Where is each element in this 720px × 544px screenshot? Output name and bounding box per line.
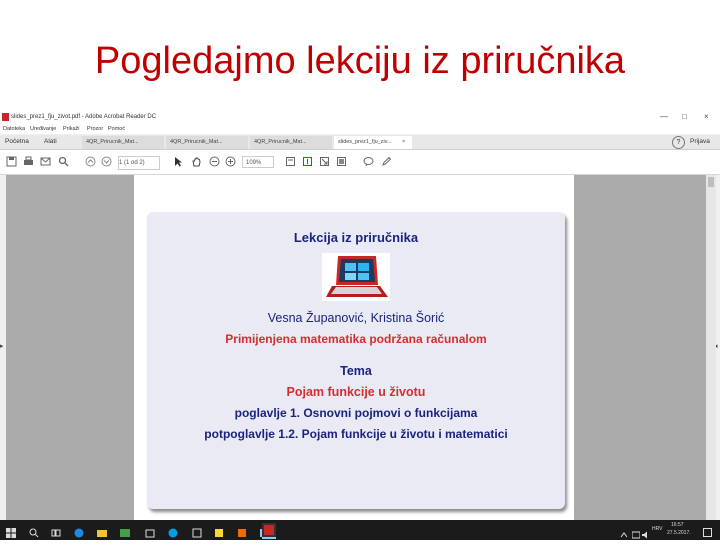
print-icon[interactable]: [22, 156, 34, 168]
document-viewer[interactable]: Lekcija iz priručnika Vesna Županović, K…: [6, 175, 706, 520]
topic-title: Pojam funkcije u životu: [286, 385, 426, 399]
task-view-icon[interactable]: [51, 525, 61, 537]
next-page-icon[interactable]: [100, 156, 112, 168]
pdf-page: Lekcija iz priručnika Vesna Županović, K…: [134, 175, 574, 520]
menu-view[interactable]: Prikaži: [63, 124, 80, 134]
notifications-chevron-icon[interactable]: [620, 526, 628, 538]
zoom-out-icon[interactable]: [208, 156, 220, 168]
tab-close-icon[interactable]: ×: [402, 136, 405, 149]
menu-window[interactable]: Prozor: [87, 124, 103, 134]
tab-tools[interactable]: Alati: [44, 135, 57, 149]
app-icon-green[interactable]: [120, 525, 130, 537]
edge-browser-icon[interactable]: [74, 525, 84, 538]
windows-start-icon[interactable]: [6, 525, 16, 538]
volume-icon[interactable]: [642, 526, 650, 539]
tab-home[interactable]: Početna: [5, 135, 29, 149]
taskbar-search-icon[interactable]: [29, 525, 39, 538]
app-icon-yellow[interactable]: [214, 525, 224, 537]
previous-page-icon[interactable]: [84, 156, 96, 168]
document-subject: Primijenjena matematika podržana računal…: [225, 332, 487, 346]
subchapter-line: potpoglavlje 1.2. Pojam funkcije u život…: [204, 427, 508, 441]
clock-time[interactable]: 16:57: [671, 522, 684, 529]
acrobat-screenshot: slides_prez1_fju_zivot.pdf - Adobe Acrob…: [0, 110, 720, 540]
tab-document-active[interactable]: slides_prez1_fju_ziv... ×: [334, 136, 412, 149]
close-button[interactable]: ×: [704, 110, 709, 124]
vertical-scrollbar[interactable]: [706, 175, 716, 520]
scrollbar-thumb[interactable]: [708, 177, 714, 187]
toolbar: 1 (1 od 2) 109%: [0, 150, 720, 175]
tab-document-active-label: slides_prez1_fju_ziv...: [338, 139, 392, 145]
document-title: Lekcija iz priručnika: [293, 230, 419, 245]
menu-file[interactable]: Datoteka: [3, 124, 25, 134]
tab-document-2[interactable]: 4QR_Prirucnik_Mat...: [166, 136, 248, 149]
hand-tool-icon[interactable]: [190, 156, 202, 168]
maximize-button[interactable]: □: [682, 110, 687, 124]
clock-date[interactable]: 27.5.2017.: [667, 530, 691, 537]
chapter-line: poglavlje 1. Osnovni pojmovi o funkcijam…: [234, 406, 478, 420]
menu-help[interactable]: Pomoć: [108, 124, 125, 134]
comment-icon[interactable]: [362, 156, 374, 168]
tab-bar: Početna Alati 4QR_Prirucnik_Mat... 4QR_P…: [0, 135, 720, 150]
left-panel-toggle-icon[interactable]: ▸: [0, 342, 4, 350]
store-icon[interactable]: [145, 525, 155, 538]
tema-heading: Tema: [340, 364, 372, 378]
full-screen-icon[interactable]: [318, 156, 330, 168]
read-mode-icon[interactable]: [335, 156, 347, 168]
menu-edit[interactable]: Uređivanje: [30, 124, 56, 134]
acrobat-taskbar-icon[interactable]: [262, 523, 276, 539]
tab-document-1[interactable]: 4QR_Prirucnik_Mat...: [82, 136, 164, 149]
network-icon[interactable]: [631, 526, 641, 539]
minimize-button[interactable]: —: [660, 110, 668, 124]
zoom-in-icon[interactable]: [224, 156, 236, 168]
windows-taskbar: HRV 16:57 27.5.2017.: [0, 520, 720, 540]
app-icon-outline[interactable]: [192, 525, 202, 538]
fit-page-icon[interactable]: [284, 156, 296, 168]
file-explorer-icon[interactable]: [97, 525, 107, 537]
window-title: slides_prez1_fju_zivot.pdf - Adobe Acrob…: [11, 114, 157, 120]
action-center-icon[interactable]: [703, 525, 712, 537]
scroll-mode-icon[interactable]: [301, 156, 313, 168]
signin-link[interactable]: Prijava: [690, 135, 710, 149]
menu-bar: Datoteka Uređivanje Prikaži Prozor Pomoć: [0, 124, 720, 134]
email-icon[interactable]: [39, 156, 51, 168]
select-cursor-icon[interactable]: [172, 156, 184, 168]
acrobat-icon: [2, 113, 9, 121]
search-icon[interactable]: [57, 156, 69, 168]
skype-icon[interactable]: [168, 525, 178, 538]
app-icon-orange[interactable]: [237, 525, 247, 537]
page-number-field[interactable]: 1 (1 od 2): [118, 156, 160, 170]
language-indicator[interactable]: HRV: [652, 526, 662, 533]
document-authors: Vesna Županović, Kristina Šorić: [267, 311, 445, 325]
help-icon[interactable]: ?: [672, 136, 685, 149]
window-titlebar: slides_prez1_fju_zivot.pdf - Adobe Acrob…: [0, 110, 720, 124]
highlight-pen-icon[interactable]: [380, 156, 392, 168]
slide-title: Pogledajmo lekciju iz priručnika: [94, 40, 626, 82]
save-icon[interactable]: [5, 156, 17, 168]
tab-document-3[interactable]: 4QR_Prirucnik_Mat...: [250, 136, 332, 149]
beamer-slide: Lekcija iz priručnika Vesna Županović, K…: [147, 212, 565, 509]
laptop-image: [322, 253, 390, 301]
zoom-level-field[interactable]: 109%: [242, 156, 274, 168]
